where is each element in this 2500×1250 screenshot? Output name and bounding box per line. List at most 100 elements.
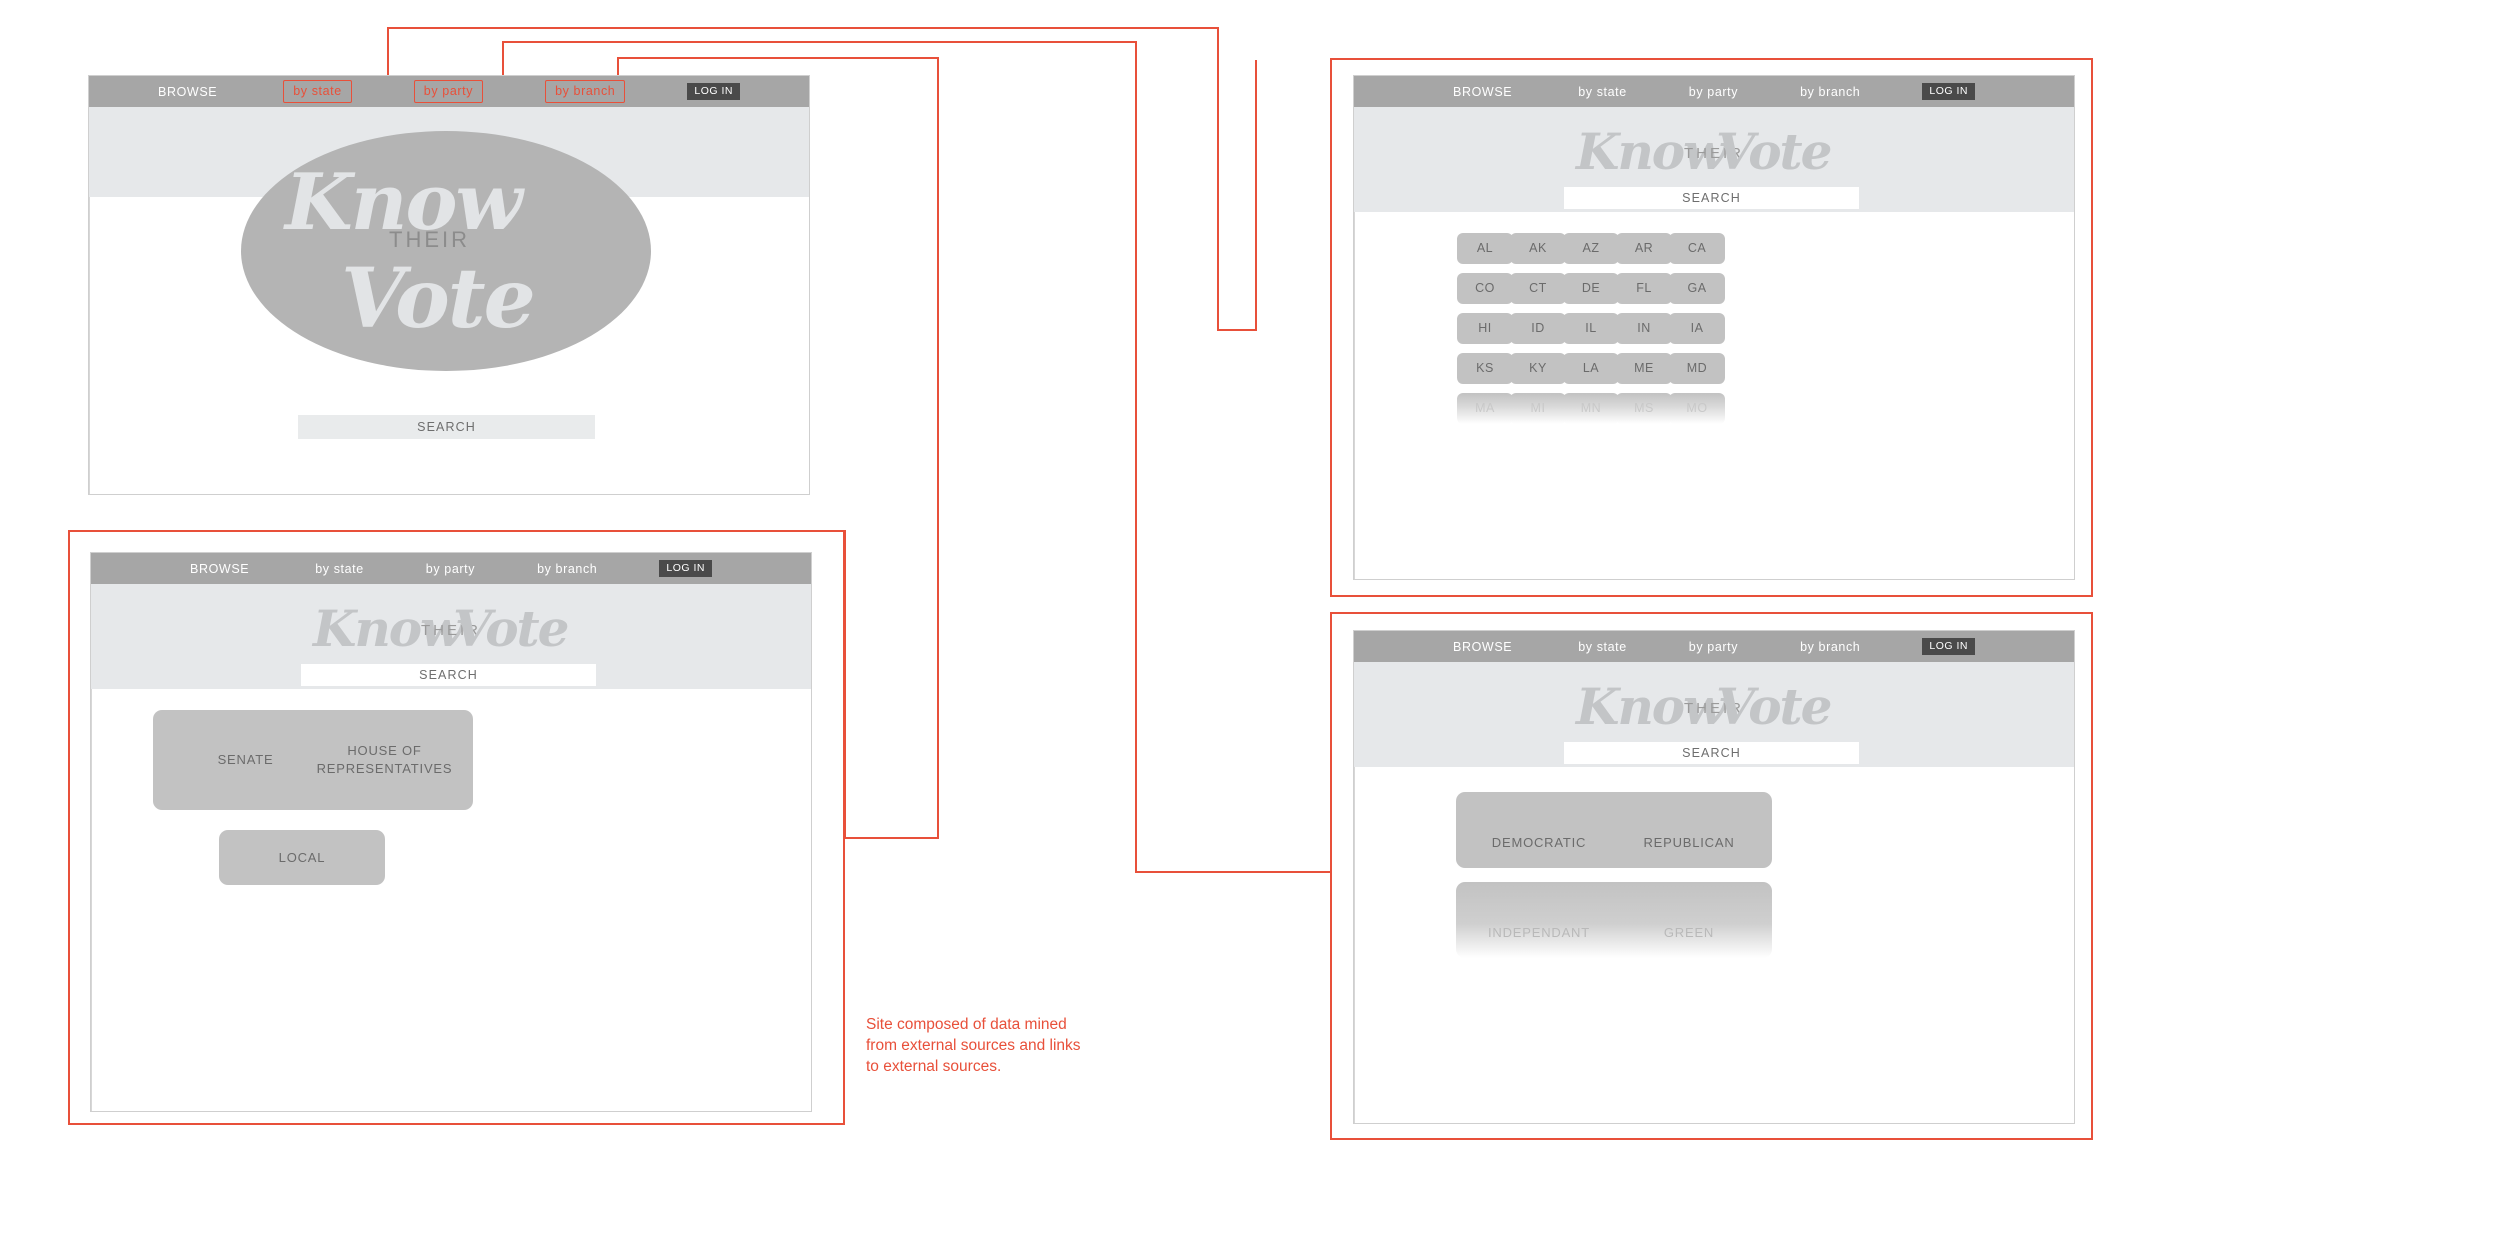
nav-by-branch[interactable]: by branch	[537, 562, 597, 576]
logo-their-text: THEIR	[389, 227, 470, 252]
state-label: MD	[1686, 361, 1708, 376]
state-navbar: BROWSE by state by party by branch LOG I…	[1354, 76, 2074, 107]
state-label: ID	[1531, 321, 1545, 336]
tile-label: INDEPENDANT	[1488, 925, 1590, 941]
home-navbar: BROWSE by state by party by branch LOG I…	[89, 76, 809, 107]
state-label: AL	[1476, 241, 1494, 256]
tile-local[interactable]: LOCAL	[219, 830, 385, 885]
state-label: FL	[1636, 281, 1652, 296]
state-tile-ia[interactable]: IA	[1669, 313, 1725, 344]
branch-navbar: BROWSE by state by party by branch LOG I…	[91, 553, 811, 584]
search-button-branch[interactable]: SEARCH	[301, 664, 596, 686]
nav-by-state[interactable]: by state	[1578, 85, 1627, 99]
search-button-home[interactable]: SEARCH	[298, 415, 595, 439]
nav-by-party[interactable]: by party	[426, 562, 475, 576]
state-label: CT	[1529, 281, 1547, 296]
state-label: CA	[1687, 241, 1707, 256]
state-label: IL	[1585, 321, 1597, 336]
logo-mark-state: Know THEIR Vote	[1576, 120, 1856, 192]
nav-browse-label: BROWSE	[190, 561, 250, 576]
nav-by-branch[interactable]: by branch	[1800, 640, 1860, 654]
nav-by-state[interactable]: by state	[315, 562, 364, 576]
search-label: SEARCH	[417, 420, 476, 434]
state-tile-ca[interactable]: CA	[1669, 233, 1725, 264]
state-tile-ga[interactable]: GA	[1669, 273, 1725, 304]
state-tile-fl[interactable]: FL	[1616, 273, 1672, 304]
state-label: MA	[1475, 401, 1495, 416]
state-tile-ks[interactable]: KS	[1457, 353, 1513, 384]
nav-by-branch[interactable]: by branch	[545, 80, 626, 103]
tile-label: SENATE	[217, 752, 274, 768]
login-button[interactable]: LOG IN	[1922, 638, 1975, 655]
state-tile-ar[interactable]: AR	[1616, 233, 1672, 264]
state-tile-mo[interactable]: MO	[1669, 393, 1725, 424]
state-tile-il[interactable]: IL	[1563, 313, 1619, 344]
logo-mark-branch: Know THEIR Vote	[313, 597, 593, 669]
state-tile-hi[interactable]: HI	[1457, 313, 1513, 344]
tile-republican[interactable]: REPUBLICAN	[1606, 792, 1772, 868]
state-label: KY	[1529, 361, 1547, 376]
state-label: AZ	[1582, 241, 1600, 256]
search-button-party[interactable]: SEARCH	[1564, 742, 1859, 764]
state-label: MS	[1634, 401, 1654, 416]
party-left-rule	[1354, 767, 1355, 1123]
state-tile-mn[interactable]: MN	[1563, 393, 1619, 424]
state-tile-az[interactable]: AZ	[1563, 233, 1619, 264]
login-button[interactable]: LOG IN	[659, 560, 712, 577]
tile-label: REPUBLICAN	[1643, 835, 1735, 851]
screen-by-branch: BROWSE by state by party by branch LOG I…	[90, 552, 812, 1112]
login-button[interactable]: LOG IN	[1922, 83, 1975, 100]
state-tile-md[interactable]: MD	[1669, 353, 1725, 384]
nav-by-party[interactable]: by party	[1689, 85, 1738, 99]
state-label: DE	[1581, 281, 1601, 296]
state-tile-ma[interactable]: MA	[1457, 393, 1513, 424]
state-label: IN	[1637, 321, 1651, 336]
screen-by-state: BROWSE by state by party by branch LOG I…	[1353, 75, 2075, 580]
nav-by-state[interactable]: by state	[1578, 640, 1627, 654]
state-label: MI	[1530, 401, 1546, 416]
state-tile-ms[interactable]: MS	[1616, 393, 1672, 424]
state-tile-co[interactable]: CO	[1457, 273, 1513, 304]
nav-by-branch[interactable]: by branch	[1800, 85, 1860, 99]
state-label: MN	[1580, 401, 1602, 416]
tile-green[interactable]: GREEN	[1606, 882, 1772, 958]
state-left-rule	[1354, 212, 1355, 579]
state-tile-id[interactable]: ID	[1510, 313, 1566, 344]
tile-house-of-representatives[interactable]: HOUSE OF REPRESENTATIVES	[296, 710, 473, 810]
search-label: SEARCH	[1682, 746, 1741, 760]
state-label: ME	[1634, 361, 1654, 376]
tile-label: GREEN	[1663, 925, 1715, 941]
logo-mark-party: Know THEIR Vote	[1576, 675, 1856, 747]
state-tile-ak[interactable]: AK	[1510, 233, 1566, 264]
tile-independant[interactable]: INDEPENDANT	[1456, 882, 1622, 958]
state-tile-in[interactable]: IN	[1616, 313, 1672, 344]
state-label: CO	[1475, 281, 1495, 296]
search-label: SEARCH	[419, 668, 478, 682]
wireframe-canvas: BROWSE by state by party by branch LOG I…	[0, 0, 2500, 1250]
state-tile-mi[interactable]: MI	[1510, 393, 1566, 424]
tile-label: DEMOCRATIC	[1491, 835, 1587, 851]
tile-label: LOCAL	[278, 849, 326, 865]
state-label: KS	[1476, 361, 1494, 376]
logo-mark-home: Know THEIR Vote	[241, 131, 651, 371]
annotation-note: Site composed of data mined from externa…	[866, 1016, 1081, 1076]
state-tile-la[interactable]: LA	[1563, 353, 1619, 384]
logo-vote-text: Vote	[1716, 122, 1832, 181]
state-tile-me[interactable]: ME	[1616, 353, 1672, 384]
state-tile-ky[interactable]: KY	[1510, 353, 1566, 384]
screen-home: BROWSE by state by party by branch LOG I…	[88, 75, 810, 495]
party-navbar: BROWSE by state by party by branch LOG I…	[1354, 631, 2074, 662]
search-button-state[interactable]: SEARCH	[1564, 187, 1859, 209]
state-label: HI	[1478, 321, 1492, 336]
nav-by-party[interactable]: by party	[413, 80, 484, 103]
state-label: GA	[1687, 281, 1707, 296]
nav-by-state[interactable]: by state	[283, 80, 352, 103]
logo-vote-text: Vote	[341, 251, 536, 347]
nav-by-party[interactable]: by party	[1689, 640, 1738, 654]
state-tile-de[interactable]: DE	[1563, 273, 1619, 304]
tile-democratic[interactable]: DEMOCRATIC	[1456, 792, 1622, 868]
login-button[interactable]: LOG IN	[687, 83, 740, 100]
state-tile-ct[interactable]: CT	[1510, 273, 1566, 304]
state-tile-al[interactable]: AL	[1457, 233, 1513, 264]
state-label: LA	[1582, 361, 1600, 376]
